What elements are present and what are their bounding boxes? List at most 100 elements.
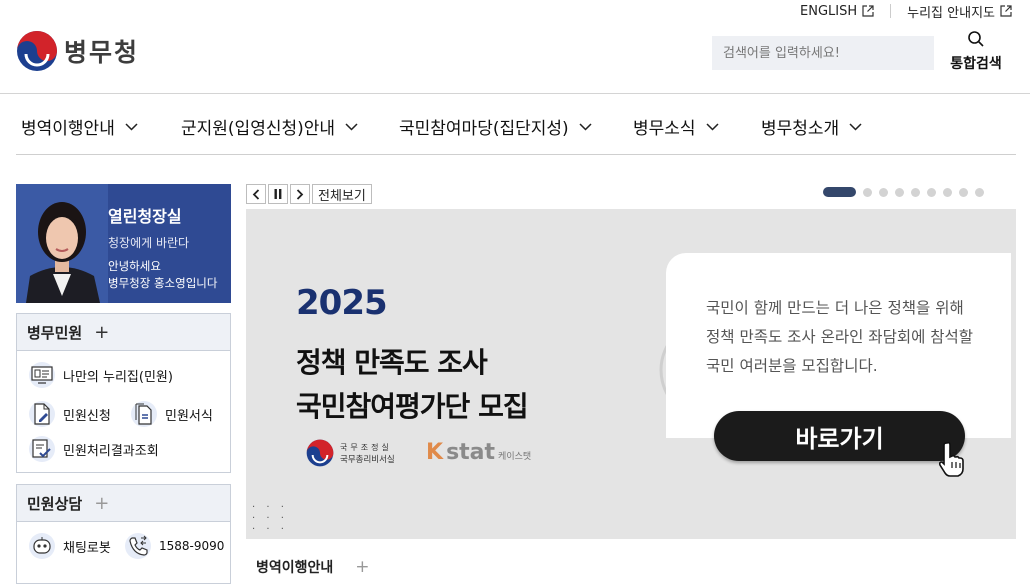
plus-icon: + — [94, 492, 110, 514]
document-edit-icon — [29, 401, 55, 427]
military-service-section-header[interactable]: 병역이행안내 + — [256, 557, 370, 577]
search-icon — [968, 31, 984, 47]
civil-forms-label: 민원서식 — [165, 408, 213, 424]
office-for-government-policy-logo: 국무조정실 국무총리비서실 — [306, 439, 395, 467]
my-nurizip-label: 나만의 누리집(민원) — [63, 369, 173, 385]
chatbot-robot-icon — [29, 533, 55, 559]
slider-dot-9[interactable] — [975, 187, 984, 197]
slider-controls: 전체보기 — [246, 184, 372, 204]
my-nurizip-link[interactable]: 나만의 누리집(민원) — [29, 362, 173, 388]
banner-title-line2: 국민참여평가단 모집 — [296, 390, 529, 423]
search-input[interactable] — [712, 36, 934, 70]
chevron-down-icon — [125, 122, 138, 131]
gnb-item-about[interactable]: 병무청소개 — [761, 114, 862, 139]
gnb-item-participation[interactable]: 국민참여마당(집단지성) — [399, 114, 592, 139]
gnb-label: 군지원(입영신청)안내 — [181, 119, 336, 139]
commissioner-photo — [16, 184, 108, 303]
logo-text: 병무청 — [64, 38, 140, 67]
slider-dot-4[interactable] — [895, 187, 904, 197]
plus-icon: + — [355, 557, 370, 577]
external-link-icon — [1000, 5, 1012, 17]
taegeuk-emblem-icon — [306, 439, 334, 467]
main-banner[interactable]: 2025 정책 만족도 조사 국민참여평가단 모집 국무조정실 국무총리비서실 … — [246, 209, 1016, 539]
gnb-item-news[interactable]: 병무소식 — [633, 114, 719, 139]
english-link[interactable]: ENGLISH — [800, 4, 874, 19]
gnb-item-enlistment[interactable]: 군지원(입영신청)안내 — [181, 114, 358, 139]
consultation-header[interactable]: 민원상담 + — [17, 485, 230, 522]
banner-desc-line3: 국민 여러분을 모집합니다. — [706, 357, 878, 375]
chevron-down-icon — [706, 122, 719, 131]
total-search-button[interactable]: 통합검색 — [944, 30, 1008, 73]
chevron-down-icon — [345, 122, 358, 131]
utility-divider — [890, 4, 892, 18]
sitemap-link[interactable]: 누리집 안내지도 — [907, 2, 1012, 21]
ceo-title: 열린청장실 — [108, 207, 182, 226]
ceo-greeting: 안녕하세요 — [108, 259, 161, 273]
english-link-label: ENGLISH — [800, 3, 858, 19]
civil-result-label: 민원처리결과조회 — [63, 443, 159, 459]
slider-next-button[interactable] — [290, 184, 310, 204]
chatbot-label: 채팅로봇 — [63, 540, 111, 556]
banner-description: 국민이 함께 만드는 더 나은 정책을 위해 정책 만족도 조사 온라인 좌담회… — [706, 294, 973, 381]
civil-result-link[interactable]: 민원처리결과조회 — [29, 436, 159, 462]
civil-service-panel: 병무민원 + 나만의 누리집(민원) 민원신청 민원서식 민원처리결과조회 — [16, 313, 231, 473]
gnb-label: 병무소식 — [633, 119, 696, 139]
gnb-label: 병무청소개 — [761, 119, 840, 139]
plus-icon: + — [94, 321, 110, 343]
slider-view-all-button[interactable]: 전체보기 — [312, 184, 372, 204]
pause-icon — [274, 189, 282, 199]
utility-bar: ENGLISH 누리집 안내지도 — [800, 0, 1012, 22]
banner-year: 2025 — [296, 283, 388, 323]
external-link-icon — [862, 5, 874, 17]
monitor-icon — [29, 362, 55, 388]
kstat-stat: stat — [446, 440, 496, 465]
civil-apply-link[interactable]: 민원신청 — [29, 401, 111, 427]
slider-dot-6[interactable] — [927, 187, 936, 197]
section-title: 병역이행안내 — [256, 560, 334, 576]
gnb-label: 병역이행안내 — [21, 119, 115, 139]
total-search-label: 통합검색 — [950, 56, 1002, 72]
slider-dot-7[interactable] — [943, 187, 952, 197]
banner-desc-line2: 정책 만족도 조사 온라인 좌담회에 참석할 — [706, 328, 974, 346]
chevron-down-icon — [849, 122, 862, 131]
banner-title-line1: 정책 만족도 조사 — [296, 346, 488, 379]
slider-dot-1[interactable] — [823, 187, 856, 197]
open-commissioner-office-banner[interactable]: 열린청장실 청장에게 바란다 안녕하세요 병무청장 홍소영입니다 — [16, 184, 231, 303]
slider-prev-button[interactable] — [246, 184, 266, 204]
gnb-divider — [16, 154, 1016, 155]
org-name-line1: 국무조정실 — [340, 442, 392, 452]
chevron-down-icon — [579, 122, 592, 131]
banner-go-button[interactable]: 바로가기 — [714, 411, 965, 461]
gnb-item-military-service[interactable]: 병역이행안내 — [21, 114, 138, 139]
banner-dot-grid-decoration: · · · · · · · · · — [252, 502, 288, 535]
kstat-korean: 케이스탯 — [498, 452, 532, 462]
ceo-subtitle: 청장에게 바란다 — [108, 236, 190, 250]
kstat-logo: K stat 케이스탯 — [426, 440, 531, 465]
banner-desc-line1: 국민이 함께 만드는 더 나은 정책을 위해 — [706, 299, 964, 317]
site-logo[interactable]: 병무청 — [16, 30, 139, 72]
chevron-left-icon — [252, 188, 260, 200]
consultation-title: 민원상담 — [27, 494, 83, 513]
slider-dot-5[interactable] — [911, 187, 920, 197]
civil-apply-label: 민원신청 — [63, 408, 111, 424]
consultation-panel: 민원상담 + 채팅로봇 1588-9090 — [16, 484, 231, 584]
kstat-k: K — [426, 440, 444, 465]
ceo-name-line: 병무청장 홍소영입니다 — [108, 276, 218, 290]
slider-dot-3[interactable] — [879, 187, 888, 197]
org-name-line2: 국무총리비서실 — [340, 454, 395, 465]
sitemap-link-label: 누리집 안내지도 — [907, 5, 995, 21]
chevron-right-icon — [296, 188, 304, 200]
phone-link[interactable]: 1588-9090 — [125, 533, 224, 559]
chatbot-link[interactable]: 채팅로봇 — [29, 533, 111, 559]
slider-pause-button[interactable] — [268, 184, 288, 204]
taegeuk-emblem-icon — [17, 31, 57, 71]
phone-number: 1588-9090 — [159, 539, 225, 553]
slider-dot-8[interactable] — [959, 187, 968, 197]
main-navigation: 병역이행안내 군지원(입영신청)안내 국민참여마당(집단지성) 병무소식 병무청… — [0, 94, 1030, 154]
civil-forms-link[interactable]: 민원서식 — [131, 401, 213, 427]
civil-service-header[interactable]: 병무민원 + — [17, 314, 230, 351]
result-check-icon — [29, 436, 55, 462]
slider-dot-2[interactable] — [863, 187, 872, 197]
documents-icon — [131, 401, 157, 427]
slider-pagination — [823, 186, 984, 198]
